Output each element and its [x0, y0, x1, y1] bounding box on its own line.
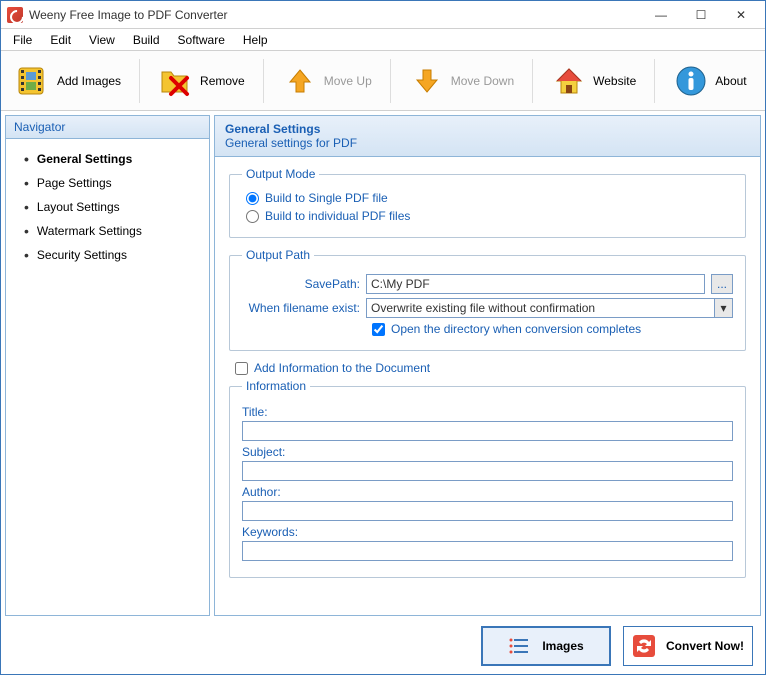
- menu-build[interactable]: Build: [125, 31, 168, 49]
- output-path-legend: Output Path: [242, 248, 314, 262]
- open-directory-checkbox[interactable]: [372, 323, 385, 336]
- remove-button[interactable]: Remove: [150, 59, 253, 103]
- author-input[interactable]: [242, 501, 733, 521]
- separator: [139, 59, 140, 103]
- footer: Images Convert Now!: [1, 618, 765, 674]
- add-info-label: Add Information to the Document: [254, 361, 430, 375]
- website-label: Website: [593, 74, 636, 88]
- menubar: File Edit View Build Software Help: [1, 29, 765, 51]
- main-panel: General Settings General settings for PD…: [214, 115, 761, 616]
- sidebar-item-general[interactable]: General Settings: [6, 147, 209, 171]
- page-title: General Settings: [225, 122, 750, 136]
- main-body: Output Mode Build to Single PDF file Bui…: [215, 157, 760, 615]
- keywords-input[interactable]: [242, 541, 733, 561]
- separator: [390, 59, 391, 103]
- add-info-checkbox[interactable]: [235, 362, 248, 375]
- savepath-label: SavePath:: [242, 277, 360, 291]
- subject-label: Subject:: [242, 445, 733, 459]
- sidebar-item-security[interactable]: Security Settings: [6, 243, 209, 267]
- sidebar-item-layout[interactable]: Layout Settings: [6, 195, 209, 219]
- info-icon: [673, 63, 709, 99]
- menu-help[interactable]: Help: [235, 31, 276, 49]
- menu-file[interactable]: File: [5, 31, 40, 49]
- film-icon: [15, 63, 51, 99]
- filename-exist-select[interactable]: Overwrite existing file without confirma…: [366, 298, 733, 318]
- about-label: About: [715, 74, 746, 88]
- filename-exist-label: When filename exist:: [242, 301, 360, 315]
- toolbar: Add Images Remove Move Up Move Down Webs…: [1, 51, 765, 111]
- add-images-button[interactable]: Add Images: [7, 59, 129, 103]
- radio-individual-pdf-input[interactable]: [246, 210, 259, 223]
- main-header: General Settings General settings for PD…: [215, 116, 760, 157]
- sidebar: Navigator General Settings Page Settings…: [5, 115, 210, 616]
- radio-single-pdf-input[interactable]: [246, 192, 259, 205]
- separator: [654, 59, 655, 103]
- information-group: Information Title: Subject: Author: Keyw…: [229, 379, 746, 578]
- title-label: Title:: [242, 405, 733, 419]
- arrow-down-icon: [409, 63, 445, 99]
- keywords-label: Keywords:: [242, 525, 733, 539]
- app-icon: [7, 7, 23, 23]
- output-mode-group: Output Mode Build to Single PDF file Bui…: [229, 167, 746, 238]
- window-controls: — ☐ ✕: [641, 4, 761, 26]
- separator: [263, 59, 264, 103]
- move-down-label: Move Down: [451, 74, 514, 88]
- move-up-label: Move Up: [324, 74, 372, 88]
- folder-remove-icon: [158, 63, 194, 99]
- maximize-button[interactable]: ☐: [681, 4, 721, 26]
- radio-single-pdf[interactable]: Build to Single PDF file: [242, 189, 733, 207]
- titlebar: Weeny Free Image to PDF Converter — ☐ ✕: [1, 1, 765, 29]
- menu-edit[interactable]: Edit: [42, 31, 79, 49]
- browse-button[interactable]: ...: [711, 274, 733, 294]
- convert-button-label: Convert Now!: [666, 639, 744, 653]
- navigator-header: Navigator: [6, 116, 209, 139]
- about-button[interactable]: About: [665, 59, 754, 103]
- separator: [532, 59, 533, 103]
- arrow-up-icon: [282, 63, 318, 99]
- website-button[interactable]: Website: [543, 59, 644, 103]
- list-icon: [508, 634, 532, 658]
- window-title: Weeny Free Image to PDF Converter: [29, 8, 641, 22]
- chevron-down-icon: ▾: [714, 299, 732, 317]
- title-input[interactable]: [242, 421, 733, 441]
- subject-input[interactable]: [242, 461, 733, 481]
- output-mode-legend: Output Mode: [242, 167, 319, 181]
- images-button[interactable]: Images: [481, 626, 611, 666]
- author-label: Author:: [242, 485, 733, 499]
- sidebar-item-watermark[interactable]: Watermark Settings: [6, 219, 209, 243]
- add-images-label: Add Images: [57, 74, 121, 88]
- remove-label: Remove: [200, 74, 245, 88]
- radio-individual-pdf[interactable]: Build to individual PDF files: [242, 207, 733, 225]
- savepath-input[interactable]: [366, 274, 705, 294]
- information-legend: Information: [242, 379, 310, 393]
- page-subtitle: General settings for PDF: [225, 136, 750, 150]
- images-button-label: Images: [542, 639, 583, 653]
- home-icon: [551, 63, 587, 99]
- move-down-button[interactable]: Move Down: [401, 59, 522, 103]
- navigator-list: General Settings Page Settings Layout Se…: [6, 139, 209, 275]
- sidebar-item-page[interactable]: Page Settings: [6, 171, 209, 195]
- content-area: Navigator General Settings Page Settings…: [1, 111, 765, 618]
- menu-software[interactable]: Software: [170, 31, 233, 49]
- move-up-button[interactable]: Move Up: [274, 59, 380, 103]
- minimize-button[interactable]: —: [641, 4, 681, 26]
- convert-button[interactable]: Convert Now!: [623, 626, 753, 666]
- close-button[interactable]: ✕: [721, 4, 761, 26]
- convert-icon: [632, 634, 656, 658]
- menu-view[interactable]: View: [81, 31, 123, 49]
- open-directory-label: Open the directory when conversion compl…: [391, 322, 641, 336]
- output-path-group: Output Path SavePath: ... When filename …: [229, 248, 746, 351]
